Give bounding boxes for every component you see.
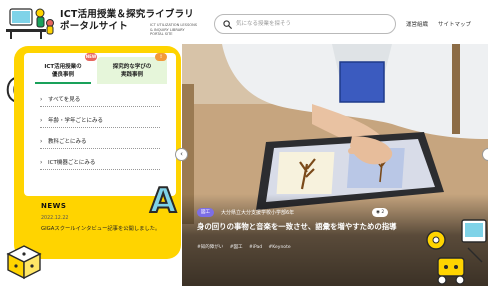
site-title-line1: ICT活用授業＆探究ライブラリ — [60, 9, 194, 20]
menu-item-label: 年齢・学年ごとにみる — [48, 118, 104, 124]
tab-ict-line2: 優良事例 — [51, 72, 74, 78]
logo-illustration-icon[interactable] — [4, 3, 58, 41]
search-box[interactable] — [214, 14, 396, 34]
tab-ict-line1: ICT活用授業の — [44, 64, 82, 70]
tab-inquiry-line1: 探究的な学びの — [112, 64, 152, 70]
slider-next-button[interactable] — [482, 148, 488, 161]
site-header: ICT活用授業＆探究ライブラリ ポータルサイト ICT UTILIZATION … — [0, 0, 488, 44]
hero-tags: #知的障がい #図工 #iPad #Keynote — [197, 244, 296, 250]
new-badge: NEW — [85, 53, 97, 61]
robot-gear-decoration-icon — [426, 219, 487, 285]
chevron-right-icon: › — [40, 96, 43, 103]
menu-item-label: ICT機器ごとにみる — [48, 160, 96, 166]
search-icon — [223, 20, 232, 29]
tag[interactable]: #図工 — [230, 245, 243, 250]
nav-link-sitemap[interactable]: サイトマップ — [438, 20, 471, 28]
tab-ict-best-practices[interactable]: NEW ICT活用授業の 優良事例 — [35, 53, 97, 84]
letter-a-decoration-icon: A — [149, 180, 178, 216]
menu-item-label: すべてを見る — [48, 97, 81, 103]
alert-badge: ! — [155, 53, 167, 61]
news-date: 2022.12.22 — [41, 216, 69, 221]
subject-chip: 図工 — [197, 208, 214, 217]
menu-item-by-grade[interactable]: › 年齢・学年ごとにみる — [40, 113, 160, 128]
hero-article-title[interactable]: 身の回りの事物と音楽を一致させ、語彙を増やすための指導 — [197, 221, 397, 232]
search-input[interactable] — [236, 17, 386, 31]
menu-item-all[interactable]: › すべてを見る — [40, 92, 160, 107]
tab-inquiry-line2: 実践事例 — [120, 72, 143, 78]
school-name: 大分県立大分支援学校小学部6年 — [221, 210, 295, 216]
menu-item-by-subject[interactable]: › 教科ごとにみる — [40, 134, 160, 149]
chevron-right-icon: › — [40, 138, 43, 145]
tag[interactable]: #iPad — [249, 245, 262, 250]
tag[interactable]: #Keynote — [269, 245, 291, 250]
cube-decoration-icon — [6, 245, 42, 280]
tag[interactable]: #知的障がい — [197, 245, 223, 250]
svg-text:A: A — [150, 181, 177, 216]
site-subtitle: ICT UTILIZATION LESSONS & INQUIRY LIBRAR… — [150, 23, 198, 37]
menu-item-by-device[interactable]: › ICT機器ごとにみる — [40, 155, 160, 170]
tab-inquiry-practices[interactable]: ! 探究的な学びの 実践事例 — [97, 53, 167, 84]
count-value: 2 — [381, 210, 385, 215]
nav-link-organization[interactable]: 運営組織 — [406, 20, 428, 28]
chevron-right-icon: › — [40, 159, 43, 166]
count-badge: ◉ 2 — [372, 208, 389, 217]
chevron-right-icon: › — [40, 117, 43, 124]
slider-prev-button[interactable]: ‹ — [175, 148, 188, 161]
news-heading: NEWS — [41, 202, 67, 210]
news-item-link[interactable]: GIGAスクールインタビュー記事を公開しました。 — [41, 225, 165, 234]
menu-item-label: 教科ごとにみる — [48, 139, 87, 145]
